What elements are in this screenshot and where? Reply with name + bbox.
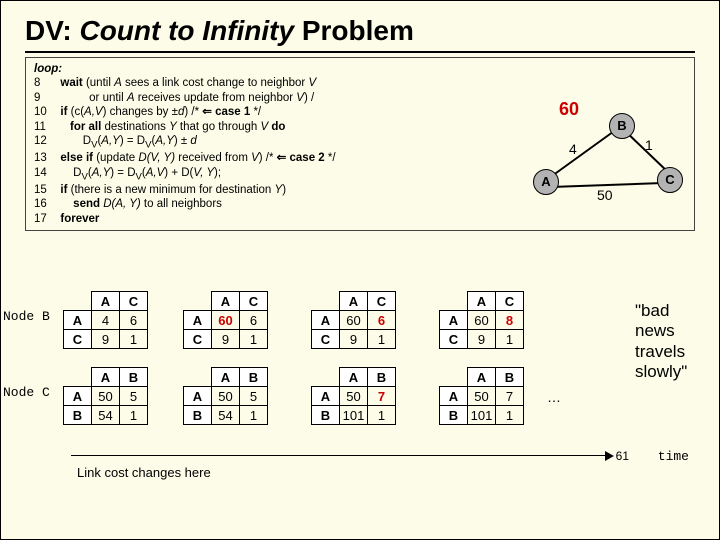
- label-node-b: Node B: [3, 309, 50, 324]
- quote-text: "bad news travels slowly": [635, 301, 713, 383]
- network-graph: A B C 4 60 1 50: [517, 105, 687, 215]
- page-number: 61: [616, 449, 629, 463]
- graph-node-a: A: [533, 169, 559, 195]
- table-b-3: ACA608C91: [439, 291, 524, 349]
- ellipsis: …: [547, 389, 561, 405]
- edge-weight-ac: 50: [597, 187, 613, 203]
- table-c-3: ABA507B1011: [439, 367, 524, 425]
- title-post: Problem: [294, 15, 414, 46]
- title-emph: Count to Infinity: [79, 15, 294, 46]
- time-axis-arrowhead: [605, 451, 614, 461]
- table-b-0: ACA46C91: [63, 291, 148, 349]
- edge-weight-ab-new: 60: [559, 99, 579, 120]
- time-label: time: [658, 449, 689, 464]
- table-c-1: ABA505B541: [183, 367, 268, 425]
- table-b-2: ACA606C91: [311, 291, 396, 349]
- link-cost-change-label: Link cost changes here: [77, 465, 211, 480]
- graph-node-c: C: [657, 167, 683, 193]
- slide-title: DV: Count to Infinity Problem: [25, 15, 701, 47]
- code-loop: loop:: [34, 63, 62, 75]
- edge-weight-bc: 1: [645, 137, 653, 153]
- time-axis-line: [71, 455, 611, 456]
- table-c-2: ABA507B1011: [311, 367, 396, 425]
- table-b-1: ACA606C91: [183, 291, 268, 349]
- table-c-0: ABA505B541: [63, 367, 148, 425]
- slide: DV: Count to Infinity Problem loop: 8 wa…: [0, 0, 720, 540]
- edge-weight-ab-old: 4: [569, 141, 577, 157]
- title-underline: [25, 51, 695, 53]
- graph-node-b: B: [609, 113, 635, 139]
- title-pre: DV:: [25, 15, 79, 46]
- label-node-c: Node C: [3, 385, 50, 400]
